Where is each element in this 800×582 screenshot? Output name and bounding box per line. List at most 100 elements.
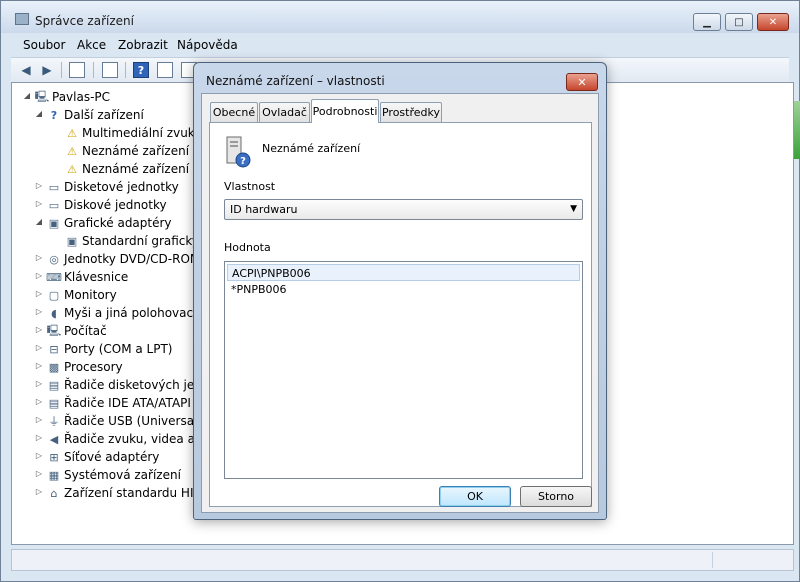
dialog-title: Neznámé zařízení – vlastnosti xyxy=(206,74,385,88)
properties-dialog: Neznámé zařízení – vlastnosti ✕ Obecné O… xyxy=(193,62,607,520)
device-manager-icon xyxy=(15,13,29,25)
property-label: Vlastnost xyxy=(224,180,276,193)
tree-item-label: Zařízení standardu HID xyxy=(64,486,203,500)
tree-item-label: Standardní grafický xyxy=(82,234,200,248)
tree-item-label: Řadiče USB (Universal xyxy=(64,414,198,428)
tree-item-label: Počítač xyxy=(64,324,107,338)
tree-item-label: Porty (COM a LPT) xyxy=(64,342,173,356)
tree-item-label: Pavlas-PC xyxy=(52,90,111,104)
expand-icon[interactable]: ▷ xyxy=(34,433,44,442)
port-icon: ⊟ xyxy=(49,342,59,356)
keyboard-icon: ⌨ xyxy=(46,270,62,284)
collapse-icon[interactable]: ◢ xyxy=(34,217,44,226)
value-list[interactable]: ACPI\PNPB006 *PNPB006 xyxy=(224,261,583,479)
tree-item-label: Grafické adaptéry xyxy=(64,216,172,230)
expand-icon[interactable]: ▷ xyxy=(34,253,44,262)
expand-icon[interactable]: ▷ xyxy=(34,307,44,316)
floppy-drive-icon: ▭ xyxy=(48,180,60,194)
device-name: Neznámé zařízení xyxy=(262,142,361,155)
menu-napoveda[interactable]: Nápověda xyxy=(177,38,238,52)
dialog-body: Obecné Ovladač Podrobnosti Prostředky ? … xyxy=(201,93,599,513)
display-adapter-icon: ▣ xyxy=(66,234,78,248)
collapse-icon[interactable]: ◢ xyxy=(34,109,44,118)
expand-icon[interactable]: ▷ xyxy=(34,271,44,280)
speaker-icon: ◀ xyxy=(49,432,59,446)
maximize-button[interactable]: □ xyxy=(725,13,753,31)
forward-arrow-icon[interactable]: ▶ xyxy=(38,61,56,79)
disk-drive-icon: ▭ xyxy=(48,198,60,212)
expand-icon[interactable]: ▷ xyxy=(34,181,44,190)
tree-item-label: Řadiče zvuku, videa a h xyxy=(64,432,207,446)
expand-icon[interactable]: ▷ xyxy=(34,379,44,388)
view-icon[interactable] xyxy=(102,62,118,78)
title-bar[interactable]: Správce zařízení ▁ □ ✕ xyxy=(1,1,799,33)
controller-icon: ▤ xyxy=(48,396,60,410)
details-panel: ? Neznámé zařízení Vlastnost ID hardwaru… xyxy=(209,122,592,507)
dialog-close-button[interactable]: ✕ xyxy=(566,73,598,91)
usb-icon: ⏚ xyxy=(48,415,60,428)
toolbar-separator xyxy=(93,62,94,78)
expand-icon[interactable]: ▷ xyxy=(34,397,44,406)
processor-icon: ▩ xyxy=(48,360,60,374)
monitor-icon: ▢ xyxy=(48,288,60,302)
expand-icon[interactable]: ▷ xyxy=(34,487,44,496)
tree-item-label: Myši a jiná polohovací xyxy=(64,306,197,320)
controller-icon: ▤ xyxy=(48,378,60,392)
property-select[interactable]: ID hardwaru ▼ xyxy=(224,199,583,220)
expand-icon[interactable]: ▷ xyxy=(34,325,44,334)
list-item[interactable]: *PNPB006 xyxy=(227,281,580,298)
hid-device-icon: ⌂ xyxy=(50,486,58,500)
device-icon[interactable] xyxy=(157,62,173,78)
menu-soubor[interactable]: Soubor xyxy=(23,38,65,52)
tab-obecne[interactable]: Obecné xyxy=(210,102,258,122)
status-cell xyxy=(712,552,791,568)
network-icon: ⊞ xyxy=(49,450,59,464)
tree-item-label: Síťové adaptéry xyxy=(64,450,160,464)
warning-device-icon: ⚠ xyxy=(67,162,77,176)
tab-prostredky[interactable]: Prostředky xyxy=(380,102,442,122)
computer-icon: 🖳 xyxy=(34,89,50,103)
tree-item-label: Multimediální zvuk xyxy=(82,126,195,140)
menu-zobrazit[interactable]: Zobrazit xyxy=(118,38,168,52)
expand-icon[interactable]: ▷ xyxy=(34,343,44,352)
warning-device-icon: ⚠ xyxy=(67,144,77,158)
ok-button[interactable]: OK xyxy=(439,486,511,507)
menu-akce[interactable]: Akce xyxy=(77,38,106,52)
warning-device-icon: ⚠ xyxy=(67,126,77,140)
properties-icon[interactable] xyxy=(69,62,85,78)
tree-item-label: Monitory xyxy=(64,288,117,302)
tab-podrobnosti[interactable]: Podrobnosti xyxy=(311,99,379,123)
tree-item-label: Neznámé zařízení xyxy=(82,162,190,176)
tree-item-label: Disketové jednotky xyxy=(64,180,179,194)
expand-icon[interactable]: ▷ xyxy=(34,199,44,208)
svg-text:?: ? xyxy=(240,156,246,167)
unknown-device-icon: ? xyxy=(50,108,58,122)
minimize-button[interactable]: ▁ xyxy=(693,13,721,31)
background-window-strip xyxy=(794,101,800,159)
chevron-down-icon: ▼ xyxy=(570,204,577,214)
computer-icon: 🖳 xyxy=(46,323,62,337)
collapse-icon[interactable]: ◢ xyxy=(22,91,32,100)
list-item[interactable]: ACPI\PNPB006 xyxy=(227,264,580,281)
system-device-icon: ▦ xyxy=(48,468,60,482)
toolbar-separator xyxy=(125,62,126,78)
back-arrow-icon[interactable]: ◀ xyxy=(17,61,35,79)
expand-icon[interactable]: ▷ xyxy=(34,361,44,370)
expand-icon[interactable]: ▷ xyxy=(34,289,44,298)
tree-item-label: Jednotky DVD/CD-ROM xyxy=(64,252,201,266)
tree-item-label: Diskové jednotky xyxy=(64,198,167,212)
expand-icon[interactable]: ▷ xyxy=(34,469,44,478)
help-icon[interactable]: ? xyxy=(133,62,149,78)
cancel-button[interactable]: Storno xyxy=(520,486,592,507)
window-title: Správce zařízení xyxy=(35,14,134,28)
expand-icon[interactable]: ▷ xyxy=(34,415,44,424)
value-label: Hodnota xyxy=(224,241,271,254)
tab-ovladac[interactable]: Ovladač xyxy=(259,102,310,122)
close-button[interactable]: ✕ xyxy=(757,13,789,31)
mouse-icon: ◖ xyxy=(51,306,57,320)
menu-bar: Soubor Akce Zobrazit Nápověda xyxy=(11,35,789,55)
dvd-drive-icon: ◎ xyxy=(49,252,59,266)
tree-item-label: Neznámé zařízení xyxy=(82,144,190,158)
expand-icon[interactable]: ▷ xyxy=(34,451,44,460)
tree-item-label: Klávesnice xyxy=(64,270,129,284)
